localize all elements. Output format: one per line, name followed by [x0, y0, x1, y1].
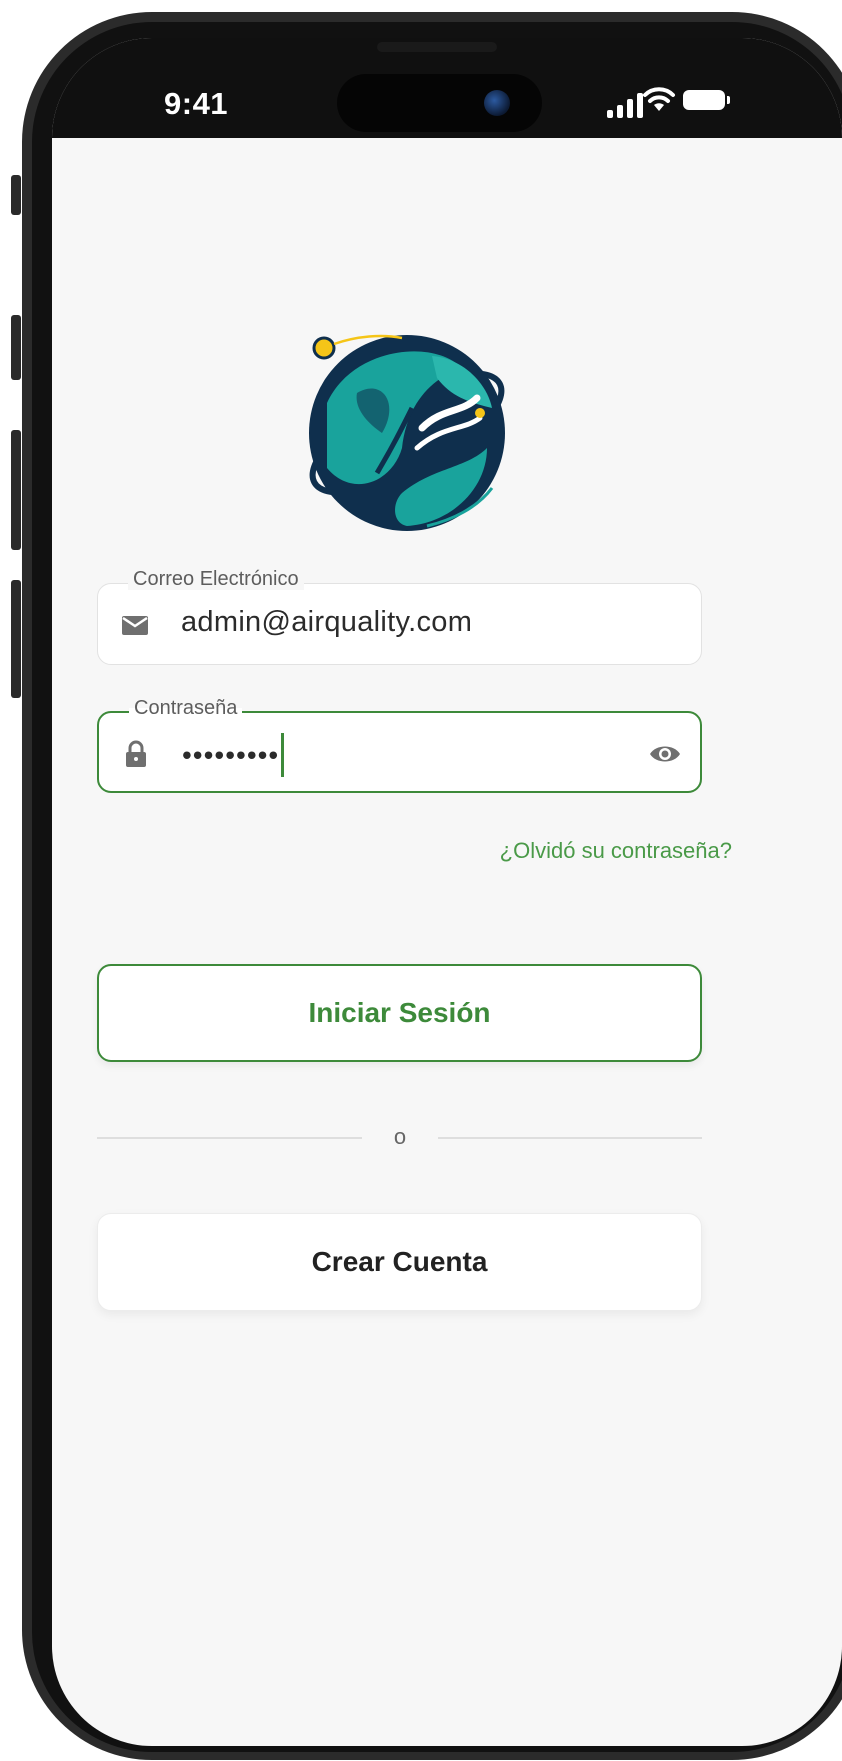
- battery-icon: [683, 90, 730, 110]
- password-input[interactable]: •••••••••: [182, 733, 285, 779]
- email-field[interactable]: Correo Electrónico admin@airquality.com: [97, 568, 702, 665]
- password-dots: •••••••••: [182, 739, 280, 771]
- volume-up-button: [11, 315, 21, 380]
- divider-right: [438, 1137, 702, 1139]
- speaker-grille: [377, 42, 497, 52]
- eye-icon[interactable]: [648, 739, 682, 769]
- volume-down-button: [11, 430, 21, 550]
- cellular-signal-icon: [607, 90, 643, 118]
- phone-mockup: 9:41 Correo Electrónico admin@airquality…: [0, 0, 842, 1761]
- app-screen: 9:41 Correo Electrónico admin@airquality…: [52, 38, 842, 1746]
- dynamic-island: [337, 74, 542, 132]
- airquality-logo: [309, 334, 505, 531]
- mail-icon: [122, 616, 148, 635]
- text-caret: [281, 733, 285, 777]
- forgot-password-link[interactable]: ¿Olvidó su contraseña?: [500, 838, 732, 864]
- email-input[interactable]: admin@airquality.com: [181, 606, 472, 639]
- email-field-label: Correo Electrónico: [128, 568, 304, 590]
- divider-or-text: o: [393, 1124, 407, 1149]
- lock-icon: [126, 740, 146, 767]
- action-button: [11, 175, 21, 215]
- status-time: 9:41: [164, 86, 229, 121]
- status-bar: 9:41: [52, 38, 842, 138]
- wifi-icon: [643, 87, 675, 111]
- camera-icon: [484, 90, 510, 116]
- login-button[interactable]: Iniciar Sesión: [97, 964, 702, 1062]
- create-account-button[interactable]: Crear Cuenta: [97, 1213, 702, 1311]
- password-field-label: Contraseña: [129, 697, 243, 719]
- divider-left: [97, 1137, 362, 1139]
- password-field[interactable]: Contraseña •••••••••: [97, 697, 702, 793]
- volume-side-button: [11, 580, 21, 698]
